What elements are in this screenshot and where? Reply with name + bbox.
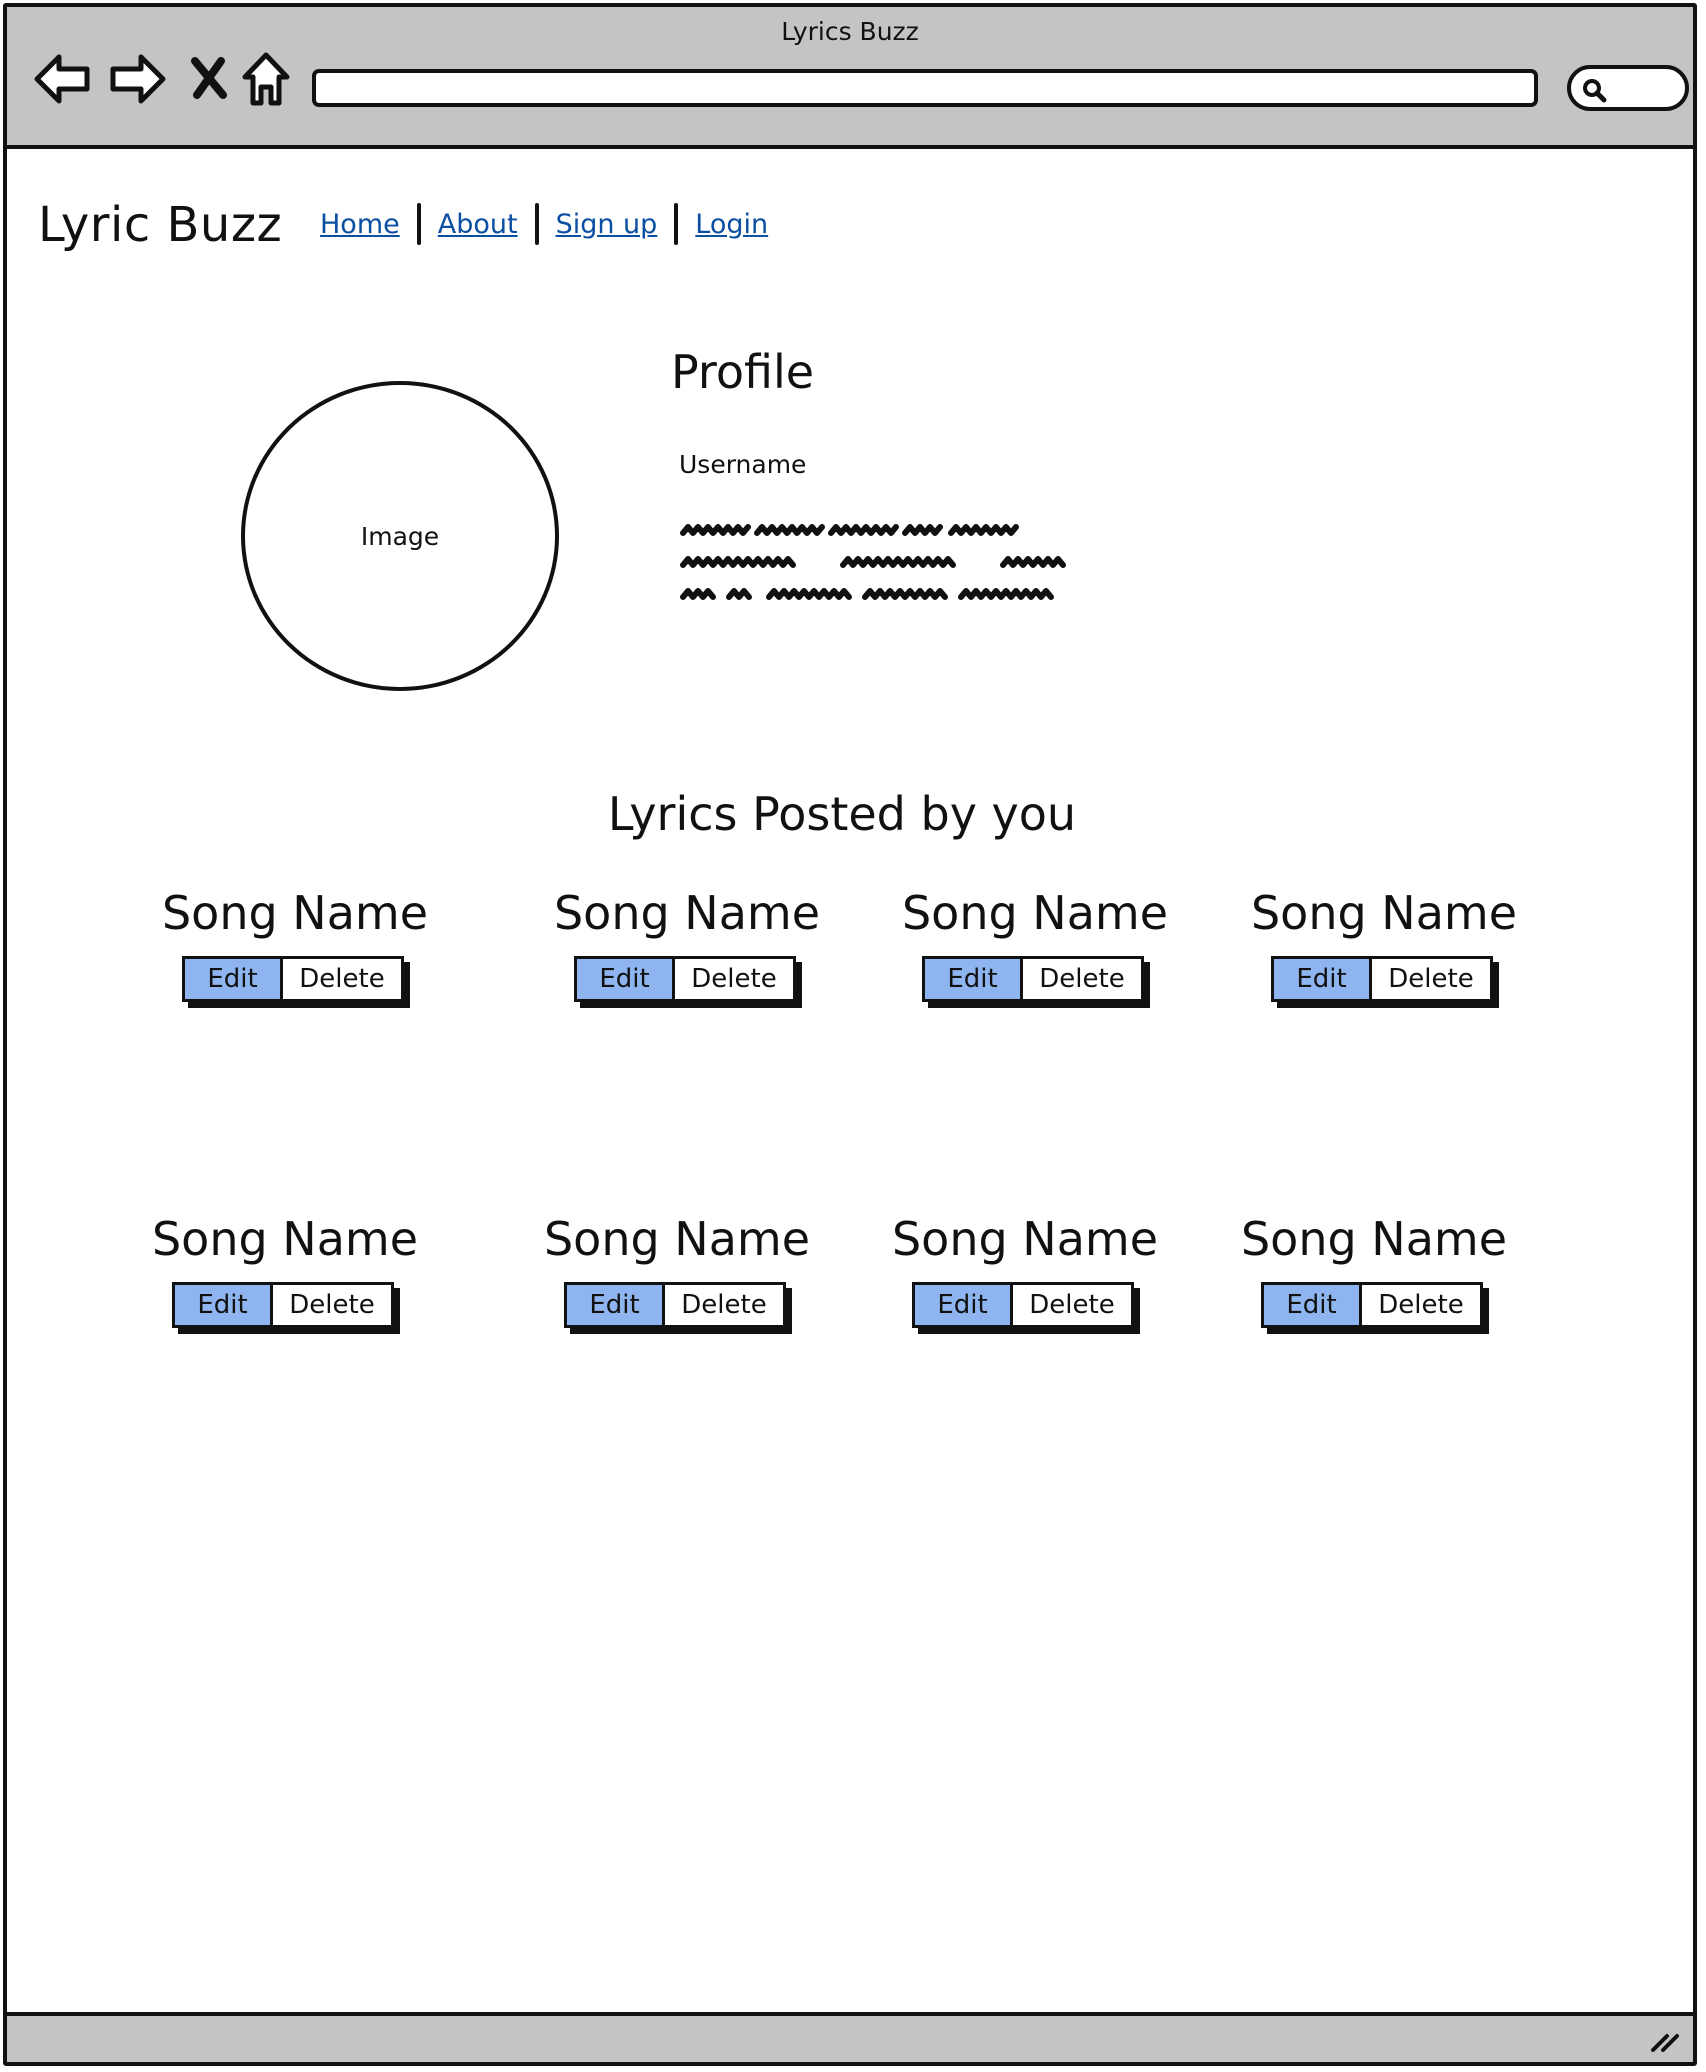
song-actions: Edit Delete: [1261, 1282, 1489, 1334]
song-card: Song Name Edit Delete: [1224, 1212, 1524, 1334]
song-name[interactable]: Song Name: [527, 1212, 827, 1266]
edit-button[interactable]: Edit: [185, 959, 283, 999]
song-name[interactable]: Song Name: [135, 1212, 435, 1266]
song-name[interactable]: Song Name: [875, 1212, 1175, 1266]
lyrics-section-heading: Lyrics Posted by you: [607, 787, 1077, 841]
delete-button[interactable]: Delete: [675, 959, 793, 999]
delete-button[interactable]: Delete: [1372, 959, 1490, 999]
browser-window: Lyrics Buzz Lyric Buzz Home About Sign u…: [3, 3, 1697, 2066]
song-actions: Edit Delete: [912, 1282, 1140, 1334]
song-card: Song Name Edit Delete: [885, 886, 1185, 1008]
delete-button[interactable]: Delete: [1023, 959, 1141, 999]
nav-divider: [534, 203, 539, 245]
song-actions: Edit Delete: [182, 956, 410, 1008]
resize-grip-icon[interactable]: [1649, 2024, 1683, 2054]
status-bar: [7, 2012, 1693, 2062]
nav-home-link[interactable]: Home: [320, 209, 400, 240]
delete-button[interactable]: Delete: [1013, 1285, 1131, 1325]
edit-button[interactable]: Edit: [925, 959, 1023, 999]
edit-button[interactable]: Edit: [567, 1285, 665, 1325]
song-actions: Edit Delete: [564, 1282, 792, 1334]
song-card: Song Name Edit Delete: [527, 1212, 827, 1334]
song-name[interactable]: Song Name: [1234, 886, 1534, 940]
nav-divider: [674, 203, 679, 245]
search-icon: [1583, 79, 1607, 103]
edit-button[interactable]: Edit: [175, 1285, 273, 1325]
song-name[interactable]: Song Name: [885, 886, 1185, 940]
back-arrow-icon[interactable]: [33, 51, 93, 107]
edit-button[interactable]: Edit: [1274, 959, 1372, 999]
song-actions: Edit Delete: [922, 956, 1150, 1008]
profile-image: Image: [241, 381, 559, 691]
song-name[interactable]: Song Name: [1224, 1212, 1524, 1266]
delete-button[interactable]: Delete: [283, 959, 401, 999]
profile-image-label: Image: [360, 521, 440, 551]
search-field[interactable]: [1567, 65, 1689, 111]
song-name[interactable]: Song Name: [145, 886, 445, 940]
nav-login-link[interactable]: Login: [695, 209, 768, 240]
nav-about-link[interactable]: About: [438, 209, 518, 240]
forward-arrow-icon[interactable]: [107, 51, 167, 107]
nav-signup-link[interactable]: Sign up: [556, 209, 658, 240]
home-icon[interactable]: [241, 51, 291, 107]
username-label: Username: [679, 450, 807, 479]
edit-button[interactable]: Edit: [577, 959, 675, 999]
address-bar[interactable]: [312, 69, 1538, 107]
brand-logo[interactable]: Lyric Buzz: [38, 197, 282, 253]
window-title: Lyrics Buzz: [781, 17, 919, 46]
bio-placeholder-scribble: [680, 524, 1066, 600]
edit-button[interactable]: Edit: [1264, 1285, 1362, 1325]
song-card: Song Name Edit Delete: [135, 1212, 435, 1334]
song-card: Song Name Edit Delete: [875, 1212, 1175, 1334]
delete-button[interactable]: Delete: [273, 1285, 391, 1325]
nav-divider: [416, 203, 421, 245]
edit-button[interactable]: Edit: [915, 1285, 1013, 1325]
song-name[interactable]: Song Name: [537, 886, 837, 940]
song-card: Song Name Edit Delete: [1234, 886, 1534, 1008]
song-card: Song Name Edit Delete: [537, 886, 837, 1008]
song-actions: Edit Delete: [1271, 956, 1499, 1008]
delete-button[interactable]: Delete: [1362, 1285, 1480, 1325]
profile-title: Profile: [671, 345, 815, 399]
song-actions: Edit Delete: [574, 956, 802, 1008]
stop-icon[interactable]: [189, 57, 229, 99]
song-actions: Edit Delete: [172, 1282, 400, 1334]
top-nav: Home About Sign up Login: [320, 203, 768, 245]
song-card: Song Name Edit Delete: [145, 886, 445, 1008]
delete-button[interactable]: Delete: [665, 1285, 783, 1325]
browser-chrome: Lyrics Buzz: [7, 7, 1693, 149]
